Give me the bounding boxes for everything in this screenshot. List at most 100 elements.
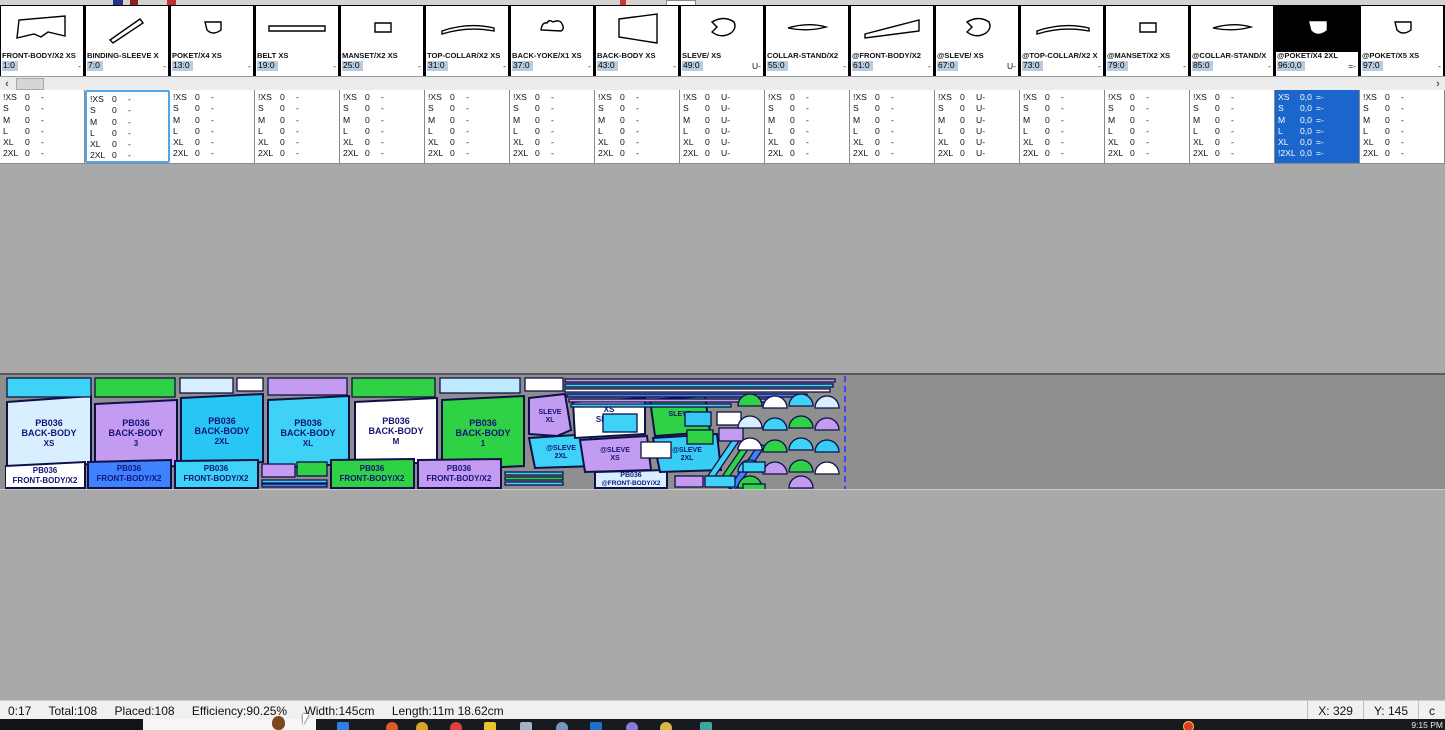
marker-piece-small[interactable]: [789, 460, 813, 472]
size-line[interactable]: XL0-: [428, 137, 506, 148]
piece-list-scrollbar[interactable]: ‹ ›: [0, 76, 1445, 91]
size-line[interactable]: XL0,0=-: [1278, 137, 1356, 148]
marker-piece-small[interactable]: [262, 480, 327, 483]
size-cell[interactable]: !XS0-S0-M0-L0-XL0-2XL0-: [340, 90, 425, 163]
marker-piece-small[interactable]: [763, 418, 787, 430]
app-icon-orange[interactable]: [386, 722, 398, 730]
size-line[interactable]: L0-: [598, 126, 676, 137]
belt-icon[interactable]: [256, 6, 338, 52]
size-line[interactable]: XL0-: [1023, 137, 1101, 148]
size-line[interactable]: 2XL0-: [3, 148, 81, 159]
back-yoke-icon[interactable]: [511, 6, 593, 52]
size-cell[interactable]: !XS0-S0-M0-L0-XL0-2XL0-: [1360, 90, 1445, 163]
size-line[interactable]: L0-: [853, 126, 931, 137]
size-line[interactable]: M0-: [428, 115, 506, 126]
piece-cell[interactable]: SLEVE/ XS49:0U-: [680, 6, 765, 77]
size-line[interactable]: S0-: [90, 105, 165, 116]
marker-piece-small[interactable]: [815, 440, 839, 452]
piece-cell[interactable]: MANSET/X2 XS25:0-: [340, 6, 425, 77]
sleeve-icon[interactable]: [936, 6, 1018, 52]
marker-piece-small[interactable]: [815, 396, 839, 408]
size-line[interactable]: XL0U-: [683, 137, 761, 148]
size-line[interactable]: M0-: [1193, 115, 1271, 126]
size-line[interactable]: !XS0-: [598, 92, 676, 103]
marker-piece-small[interactable]: [675, 476, 703, 487]
size-line[interactable]: L0-: [1023, 126, 1101, 137]
piece-cell[interactable]: BACK-BODY XS43:0-: [595, 6, 680, 77]
size-line[interactable]: XL0-: [1108, 137, 1186, 148]
size-cell[interactable]: !XS0-S0-M0-L0-XL0-2XL0-: [1190, 90, 1275, 163]
size-cell[interactable]: !XS0-S0-M0-L0-XL0-2XL0-: [765, 90, 850, 163]
size-cell[interactable]: !XS0U-S0U-M0U-L0U-XL0U-2XL0U-: [680, 90, 765, 163]
size-line[interactable]: S0-: [3, 103, 81, 114]
size-line[interactable]: M0-: [1363, 115, 1441, 126]
size-cell[interactable]: !XS0-S0-M0-L0-XL0-2XL0-: [425, 90, 510, 163]
size-line[interactable]: XL0-: [258, 137, 336, 148]
marker-piece-small[interactable]: [95, 378, 175, 397]
app-icon-gray[interactable]: [520, 722, 532, 730]
size-line[interactable]: 2XL0-: [428, 148, 506, 159]
size-line[interactable]: !XS0-: [853, 92, 931, 103]
size-line[interactable]: M0-: [258, 115, 336, 126]
size-line[interactable]: !XS0-: [343, 92, 421, 103]
size-line[interactable]: S0-: [513, 103, 591, 114]
size-line[interactable]: M0-: [1023, 115, 1101, 126]
piece-cell[interactable]: @SLEVE/ XS67:0U-: [935, 6, 1020, 77]
size-cell[interactable]: !XS0-S0-M0-L0-XL0-2XL0-: [170, 90, 255, 163]
marker-piece-small[interactable]: [262, 464, 295, 477]
size-line[interactable]: S0-: [598, 103, 676, 114]
marker-band[interactable]: PB036BACK-BODYXSPB036BACK-BODY3PB036BACK…: [0, 373, 1445, 490]
size-line[interactable]: L0-: [428, 126, 506, 137]
marker-piece-small[interactable]: [505, 482, 563, 485]
size-line[interactable]: !XS0-: [1023, 92, 1101, 103]
size-line[interactable]: 2XL0-: [258, 148, 336, 159]
marker-piece-small[interactable]: [789, 438, 813, 450]
size-line[interactable]: S0-: [1023, 103, 1101, 114]
size-line[interactable]: M0,0=-: [1278, 115, 1356, 126]
marker-piece-small[interactable]: [717, 412, 741, 425]
marker-piece-small[interactable]: [705, 476, 735, 487]
start-button[interactable]: [0, 719, 140, 730]
marker-piece-small[interactable]: [525, 378, 563, 391]
piece-cell[interactable]: @MANSET/X2 XS79:0-: [1105, 6, 1190, 77]
size-line[interactable]: XL0-: [343, 137, 421, 148]
marker-piece-small[interactable]: [7, 378, 91, 397]
size-line[interactable]: !XS0U-: [683, 92, 761, 103]
size-line[interactable]: L0-: [1108, 126, 1186, 137]
size-line[interactable]: 2XL0-: [1193, 148, 1271, 159]
binding-sleeve-icon[interactable]: [86, 6, 168, 52]
marker-piece-small[interactable]: [565, 389, 830, 392]
size-cell[interactable]: !XS0U-S0U-M0U-L0U-XL0U-2XL0U-: [935, 90, 1020, 163]
size-line[interactable]: !XS0-: [258, 92, 336, 103]
size-line[interactable]: S0-: [853, 103, 931, 114]
size-line[interactable]: L0-: [90, 128, 165, 139]
app-icon-gold2[interactable]: [660, 722, 672, 730]
size-line[interactable]: 2XL0-: [173, 148, 251, 159]
size-line[interactable]: L0-: [1193, 126, 1271, 137]
piece-cell[interactable]: POKET/X4 XS13:0-: [170, 6, 255, 77]
size-line[interactable]: M0U-: [683, 115, 761, 126]
marker-piece-small[interactable]: [565, 384, 833, 387]
size-line[interactable]: !XS0U-: [938, 92, 1016, 103]
size-line[interactable]: !XS0-: [1363, 92, 1441, 103]
size-line[interactable]: L0-: [1363, 126, 1441, 137]
size-line[interactable]: L0U-: [683, 126, 761, 137]
marker-piece-small[interactable]: [262, 484, 327, 487]
size-line[interactable]: !XS0-: [768, 92, 846, 103]
size-line[interactable]: M0-: [343, 115, 421, 126]
size-line[interactable]: !XS0-: [90, 94, 165, 105]
app-icon-blue[interactable]: [337, 722, 349, 730]
size-cell[interactable]: XS0,0=-S0,0=-M0,0=-L0,0=-XL0,0=-!2XL0,0=…: [1275, 90, 1360, 163]
size-cell[interactable]: !XS0-S0-M0-L0-XL0-2XL0-: [255, 90, 340, 163]
size-line[interactable]: S0-: [1193, 103, 1271, 114]
app-icon-blue2[interactable]: [590, 722, 602, 730]
size-line[interactable]: L0U-: [938, 126, 1016, 137]
piece-cell[interactable]: @POKET/X4 2XL96:0,0=-: [1275, 6, 1360, 77]
size-line[interactable]: !XS0-: [513, 92, 591, 103]
marker-piece-small[interactable]: [763, 396, 787, 408]
marker-piece-small[interactable]: [505, 477, 563, 480]
pocket-icon[interactable]: [1361, 6, 1443, 52]
size-line[interactable]: S0-: [258, 103, 336, 114]
marker-piece-small[interactable]: [687, 430, 713, 444]
pocket-icon[interactable]: [1276, 6, 1358, 52]
